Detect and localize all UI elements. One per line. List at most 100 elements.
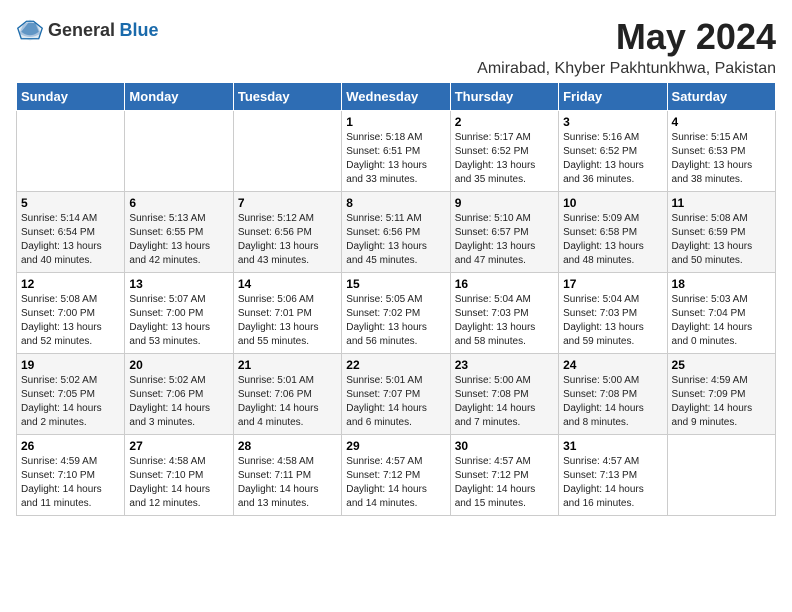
day-number: 30 bbox=[455, 439, 554, 453]
calendar-cell: 19Sunrise: 5:02 AM Sunset: 7:05 PM Dayli… bbox=[17, 354, 125, 435]
logo-icon bbox=[16, 16, 44, 44]
day-number: 25 bbox=[672, 358, 771, 372]
calendar-cell: 7 Sunrise: 5:12 AM Sunset: 6:56 PM Daylig… bbox=[233, 192, 341, 273]
weekday-header-wednesday: Wednesday bbox=[342, 83, 450, 111]
calendar-cell: 23 Sunrise: 5:00 AM Sunset: 7:08 PM Dayli… bbox=[450, 354, 558, 435]
day-info: Sunrise: 4:58 AM Sunset: 7:11 PM Dayligh… bbox=[238, 455, 337, 511]
calendar-cell: 4 Sunrise: 5:15 AM Sunset: 6:53 PM Daylig… bbox=[667, 111, 775, 192]
calendar-week-2: 5 Sunrise: 5:14 AM Sunset: 6:54 PM Daylig… bbox=[17, 192, 776, 273]
day-number: 20 bbox=[129, 358, 228, 372]
calendar-cell: 21 Sunrise: 5:01 AM Sunset: 7:06 PM Dayli… bbox=[233, 354, 341, 435]
weekday-header-thursday: Thursday bbox=[450, 83, 558, 111]
day-number: 31 bbox=[563, 439, 662, 453]
day-info: Sunrise: 5:01 AM Sunset: 7:06 PM Dayligh… bbox=[238, 374, 337, 430]
calendar-cell: 29 Sunrise: 4:57 AM Sunset: 7:12 PM Dayli… bbox=[342, 435, 450, 516]
day-info: Sunrise: 5:13 AM Sunset: 6:55 PM Dayligh… bbox=[129, 212, 228, 268]
day-info: Sunrise: 5:10 AM Sunset: 6:57 PM Dayligh… bbox=[455, 212, 554, 268]
calendar-cell: 11 Sunrise: 5:08 AM Sunset: 6:59 PM Dayli… bbox=[667, 192, 775, 273]
calendar-cell: 13 Sunrise: 5:07 AM Sunset: 7:00 PM Dayli… bbox=[125, 273, 233, 354]
subtitle: Amirabad, Khyber Pakhtunkhwa, Pakistan bbox=[477, 60, 776, 78]
calendar-cell: 31 Sunrise: 4:57 AM Sunset: 7:13 PM Dayli… bbox=[559, 435, 667, 516]
calendar-cell: 22 Sunrise: 5:01 AM Sunset: 7:07 PM Dayli… bbox=[342, 354, 450, 435]
day-info: Sunrise: 4:57 AM Sunset: 7:13 PM Dayligh… bbox=[563, 455, 662, 511]
day-number: 3 bbox=[563, 115, 662, 129]
calendar-cell: 25 Sunrise: 4:59 AM Sunset: 7:09 PM Dayli… bbox=[667, 354, 775, 435]
calendar-week-3: 12 Sunrise: 5:08 AM Sunset: 7:00 PM Dayli… bbox=[17, 273, 776, 354]
calendar-body: 1 Sunrise: 5:18 AM Sunset: 6:51 PM Daylig… bbox=[17, 111, 776, 516]
calendar-cell bbox=[125, 111, 233, 192]
weekday-header-friday: Friday bbox=[559, 83, 667, 111]
day-info: Sunrise: 5:02 AM Sunset: 7:06 PM Dayligh… bbox=[129, 374, 228, 430]
calendar-cell bbox=[233, 111, 341, 192]
day-info: Sunrise: 5:00 AM Sunset: 7:08 PM Dayligh… bbox=[455, 374, 554, 430]
weekday-header-tuesday: Tuesday bbox=[233, 83, 341, 111]
calendar-cell: 18 Sunrise: 5:03 AM Sunset: 7:04 PM Dayli… bbox=[667, 273, 775, 354]
logo-blue-text: Blue bbox=[120, 20, 159, 40]
day-number: 18 bbox=[672, 277, 771, 291]
day-number: 16 bbox=[455, 277, 554, 291]
calendar-cell: 2Sunrise: 5:17 AM Sunset: 6:52 PM Daylig… bbox=[450, 111, 558, 192]
day-info: Sunrise: 5:04 AM Sunset: 7:03 PM Dayligh… bbox=[563, 293, 662, 349]
day-info: Sunrise: 5:07 AM Sunset: 7:00 PM Dayligh… bbox=[129, 293, 228, 349]
calendar-cell: 27Sunrise: 4:58 AM Sunset: 7:10 PM Dayli… bbox=[125, 435, 233, 516]
title-block: May 2024 Amirabad, Khyber Pakhtunkhwa, P… bbox=[477, 16, 776, 78]
day-number: 5 bbox=[21, 196, 120, 210]
day-info: Sunrise: 5:09 AM Sunset: 6:58 PM Dayligh… bbox=[563, 212, 662, 268]
day-info: Sunrise: 4:58 AM Sunset: 7:10 PM Dayligh… bbox=[129, 455, 228, 511]
day-info: Sunrise: 5:18 AM Sunset: 6:51 PM Dayligh… bbox=[346, 131, 445, 187]
calendar-header: SundayMondayTuesdayWednesdayThursdayFrid… bbox=[17, 83, 776, 111]
day-info: Sunrise: 5:15 AM Sunset: 6:53 PM Dayligh… bbox=[672, 131, 771, 187]
calendar-cell: 17Sunrise: 5:04 AM Sunset: 7:03 PM Dayli… bbox=[559, 273, 667, 354]
day-info: Sunrise: 5:03 AM Sunset: 7:04 PM Dayligh… bbox=[672, 293, 771, 349]
day-number: 29 bbox=[346, 439, 445, 453]
day-info: Sunrise: 4:59 AM Sunset: 7:09 PM Dayligh… bbox=[672, 374, 771, 430]
day-number: 4 bbox=[672, 115, 771, 129]
day-number: 21 bbox=[238, 358, 337, 372]
day-info: Sunrise: 4:57 AM Sunset: 7:12 PM Dayligh… bbox=[455, 455, 554, 511]
day-number: 13 bbox=[129, 277, 228, 291]
calendar-cell: 1 Sunrise: 5:18 AM Sunset: 6:51 PM Daylig… bbox=[342, 111, 450, 192]
logo: General Blue bbox=[16, 16, 159, 44]
main-title: May 2024 bbox=[477, 16, 776, 58]
calendar-cell: 14Sunrise: 5:06 AM Sunset: 7:01 PM Dayli… bbox=[233, 273, 341, 354]
day-info: Sunrise: 4:57 AM Sunset: 7:12 PM Dayligh… bbox=[346, 455, 445, 511]
day-info: Sunrise: 5:08 AM Sunset: 7:00 PM Dayligh… bbox=[21, 293, 120, 349]
calendar-cell: 30 Sunrise: 4:57 AM Sunset: 7:12 PM Dayli… bbox=[450, 435, 558, 516]
weekday-header-saturday: Saturday bbox=[667, 83, 775, 111]
day-number: 22 bbox=[346, 358, 445, 372]
calendar-week-1: 1 Sunrise: 5:18 AM Sunset: 6:51 PM Daylig… bbox=[17, 111, 776, 192]
day-number: 26 bbox=[21, 439, 120, 453]
day-info: Sunrise: 5:16 AM Sunset: 6:52 PM Dayligh… bbox=[563, 131, 662, 187]
calendar-cell: 26 Sunrise: 4:59 AM Sunset: 7:10 PM Dayli… bbox=[17, 435, 125, 516]
day-info: Sunrise: 4:59 AM Sunset: 7:10 PM Dayligh… bbox=[21, 455, 120, 511]
calendar-cell: 9 Sunrise: 5:10 AM Sunset: 6:57 PM Daylig… bbox=[450, 192, 558, 273]
day-number: 11 bbox=[672, 196, 771, 210]
day-number: 15 bbox=[346, 277, 445, 291]
calendar-cell: 15Sunrise: 5:05 AM Sunset: 7:02 PM Dayli… bbox=[342, 273, 450, 354]
calendar-cell: 16Sunrise: 5:04 AM Sunset: 7:03 PM Dayli… bbox=[450, 273, 558, 354]
day-info: Sunrise: 5:14 AM Sunset: 6:54 PM Dayligh… bbox=[21, 212, 120, 268]
calendar-cell bbox=[667, 435, 775, 516]
day-number: 23 bbox=[455, 358, 554, 372]
day-info: Sunrise: 5:12 AM Sunset: 6:56 PM Dayligh… bbox=[238, 212, 337, 268]
weekday-header-sunday: Sunday bbox=[17, 83, 125, 111]
day-number: 19 bbox=[21, 358, 120, 372]
calendar-week-4: 19Sunrise: 5:02 AM Sunset: 7:05 PM Dayli… bbox=[17, 354, 776, 435]
day-number: 1 bbox=[346, 115, 445, 129]
day-number: 9 bbox=[455, 196, 554, 210]
day-number: 12 bbox=[21, 277, 120, 291]
calendar-cell: 8Sunrise: 5:11 AM Sunset: 6:56 PM Daylig… bbox=[342, 192, 450, 273]
day-number: 7 bbox=[238, 196, 337, 210]
day-info: Sunrise: 5:01 AM Sunset: 7:07 PM Dayligh… bbox=[346, 374, 445, 430]
day-number: 6 bbox=[129, 196, 228, 210]
weekday-row: SundayMondayTuesdayWednesdayThursdayFrid… bbox=[17, 83, 776, 111]
day-info: Sunrise: 5:08 AM Sunset: 6:59 PM Dayligh… bbox=[672, 212, 771, 268]
logo-general-text: General bbox=[48, 20, 115, 40]
day-info: Sunrise: 5:11 AM Sunset: 6:56 PM Dayligh… bbox=[346, 212, 445, 268]
day-info: Sunrise: 5:00 AM Sunset: 7:08 PM Dayligh… bbox=[563, 374, 662, 430]
day-info: Sunrise: 5:17 AM Sunset: 6:52 PM Dayligh… bbox=[455, 131, 554, 187]
calendar-cell: 12 Sunrise: 5:08 AM Sunset: 7:00 PM Dayli… bbox=[17, 273, 125, 354]
calendar-table: SundayMondayTuesdayWednesdayThursdayFrid… bbox=[16, 82, 776, 516]
calendar-cell: 24Sunrise: 5:00 AM Sunset: 7:08 PM Dayli… bbox=[559, 354, 667, 435]
calendar-cell: 6 Sunrise: 5:13 AM Sunset: 6:55 PM Daylig… bbox=[125, 192, 233, 273]
